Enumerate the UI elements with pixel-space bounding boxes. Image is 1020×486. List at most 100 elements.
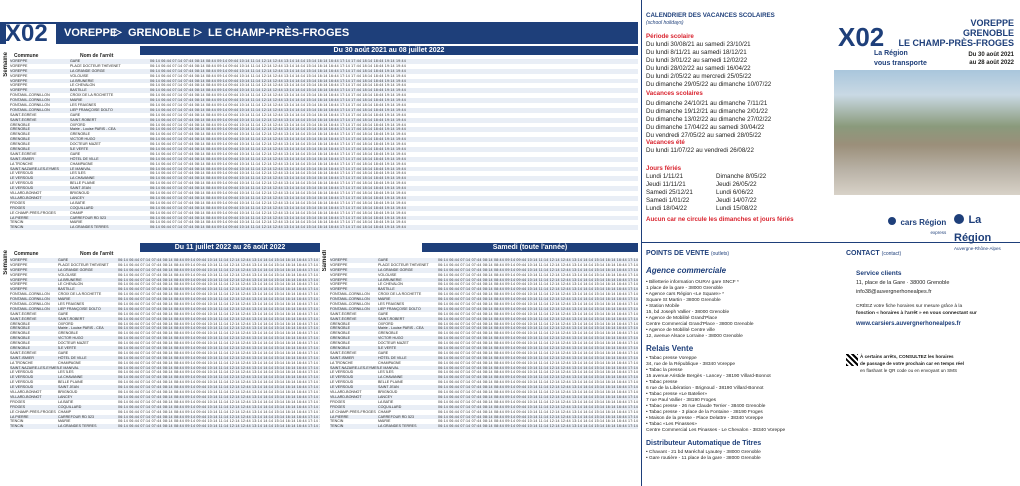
holidays-list: Du dimanche 24/10/21 au dimanche 7/11/21… — [646, 100, 821, 140]
region-logo-icon — [954, 213, 964, 224]
side-label-week: Semaine — [3, 52, 9, 77]
public-holiday-row: Samedi 25/12/21 Lundi 6/06/22 — [646, 189, 821, 197]
timetable-header: X02 VOREPPE ▷ GRENOBLE ▷ LE CHAMP-PRÈS-F… — [0, 22, 638, 44]
cars-region-logo: cars Région express — [888, 212, 946, 235]
row-stop: LA GRANDES TERRES — [70, 225, 109, 230]
cover-line-code: X02 — [838, 22, 885, 52]
list-item: Centre Commercial Les Pinasses - Le Chev… — [646, 428, 786, 433]
public-holiday: Samedi 25/12/21 — [646, 189, 693, 196]
distributor-list: • Chavant - 21 bd Maréchal Lyautey - 380… — [646, 450, 831, 462]
line-code-display: X02 — [5, 20, 48, 47]
cover-region: La Région — [874, 50, 908, 57]
consult-line-3: en flashant le QR code ou en envoyant un… — [860, 368, 958, 373]
cars-region-text: cars Région — [900, 218, 947, 227]
contact-title-text: CONTACT — [846, 250, 880, 257]
column-commune-2: Commune — [14, 251, 39, 257]
points-vente-title-note: (outlets) — [710, 251, 730, 257]
contact-panel: CONTACT (contact) Service clients 11, pl… — [846, 250, 1020, 486]
row-times: 06:14 06:44 07:14 07:44 08:14 08:44 09:1… — [150, 225, 406, 230]
public-holiday: Samedi 1/01/22 — [646, 197, 690, 204]
route-destination: LE CHAMP-PRÈS-FROGES — [208, 27, 350, 39]
list-item: Du dimanche 17/04/22 au samedi 30/04/22 — [646, 124, 765, 131]
row-commune: TENCIN — [330, 424, 344, 429]
summer-table: VOREPPE GARE 06:14 06:44 07:14 07:44 08:14… — [10, 258, 320, 430]
contact-email[interactable]: info38@auvergnerhonealpes.fr — [856, 289, 932, 295]
cover-validity-1: Du 30 août 2021 — [968, 52, 1014, 58]
public-holiday: Lundi 15/08/22 — [716, 205, 757, 212]
list-item: Du lundi 30/08/21 au samedi 23/10/21 — [646, 41, 751, 48]
saturday-table: VOREPPE GARE 06:14 06:44 07:14 07:44 08:14… — [330, 258, 638, 430]
side-label-saturday: Samedi — [322, 250, 328, 272]
points-vente-title-text: POINTS DE VENTE — [646, 250, 710, 257]
table-row: TENCIN LA GRANDES TERRES 06:14 06:44 07:14… — [10, 424, 320, 430]
list-item: • Gare routière - 11 place de la gare - … — [646, 456, 761, 461]
list-item: Du dimanche 13/02/22 au dimanche 27/02/2… — [646, 116, 772, 123]
public-holiday: Jeudi 14/07/22 — [716, 197, 757, 204]
creez-line-1: CRÉEZ votre fiche horaires sur mesure gr… — [856, 304, 963, 309]
public-holiday-row: Lundi 18/04/22 Lundi 15/08/22 — [646, 205, 821, 213]
side-label-week-2: Semaine — [3, 250, 9, 275]
calendar-title: CALENDRIER DES VACANCES SCOLAIRES — [646, 12, 775, 19]
column-stop-2: Nom de l'arrêt — [80, 251, 114, 257]
consult-line-2: de passage de votre prochain car en temp… — [860, 361, 964, 366]
list-item: Du lundi 8/11/21 au samedi 18/12/21 — [646, 49, 747, 56]
separator-horizontal — [641, 242, 1020, 243]
list-item: Du dimanche 24/10/21 au dimanche 7/11/21 — [646, 100, 768, 107]
region-logo: La Région Auvergne-Rhône-Alpes — [954, 210, 1020, 251]
public-holiday: Dimanche 8/05/22 — [716, 173, 767, 180]
contact-address: 11, place de la Gare · 38000 Grenoble — [856, 280, 950, 286]
public-holidays-title: Jours fériés — [646, 165, 682, 172]
row-stop: LA GRANDES TERRES — [58, 424, 97, 429]
cover-validity-2: au 28 août 2022 — [969, 60, 1014, 66]
row-commune: TENCIN — [10, 424, 24, 429]
list-item: Du lundi 3/01/22 au samedi 12/02/22 — [646, 57, 748, 64]
relais-logo: Relais Vente — [646, 344, 694, 353]
section-saturday-title: Samedi (toute l'année) — [492, 244, 568, 251]
calendar-subtitle: (school holidays) — [646, 20, 684, 26]
arrow-icon: ▷ — [114, 27, 122, 38]
table-row: TENCIN LA GRANDES TERRES 06:14 06:44 07:14… — [10, 225, 638, 231]
section-schoolyear-title: Du 30 août 2021 au 08 juillet 2022 — [333, 47, 445, 54]
service-clients: Service clients — [856, 270, 902, 277]
public-holiday-row: Samedi 1/01/22 Jeudi 14/07/22 — [646, 197, 821, 205]
row-times: 06:14 06:44 07:14 07:44 08:14 08:44 09:1… — [118, 424, 320, 429]
points-vente-panel: POINTS DE VENTE (outlets) Agence commerc… — [646, 250, 831, 486]
school-period-title: Période scolaire — [646, 33, 694, 40]
contact-title-note: (contact) — [881, 251, 902, 257]
public-holidays-list: Lundi 1/11/21 Dimanche 8/05/22 Jeudi 11/11… — [646, 173, 821, 213]
list-item: Du lundi 2/05/22 au mercredi 25/05/22 — [646, 73, 752, 80]
public-holiday: Lundi 18/04/22 — [646, 205, 687, 212]
arrow-icon: ▷ — [194, 27, 202, 38]
schoolyear-table: VOREPPE GARE 06:14 06:44 07:14 07:44 08:14… — [10, 59, 638, 231]
list-item: Du dimanche 29/05/22 au dimanche 10/07/2… — [646, 81, 772, 88]
section-summer: Du 11 juillet 2022 au 26 août 2022 — [140, 243, 320, 252]
agency-logo: Agence commerciale — [646, 266, 727, 275]
calendar-panel: CALENDRIER DES VACANCES SCOLAIRES (schoo… — [646, 0, 821, 240]
public-holiday: Lundi 1/11/21 — [646, 173, 684, 180]
public-holiday: Jeudi 26/05/22 — [716, 181, 757, 188]
distributor-title: Distributeur Automatique de Titres — [646, 440, 762, 447]
relais-list: • Tabac presse Voreppe 34, rue de la Rép… — [646, 356, 831, 434]
cars-region-sub: express — [930, 230, 947, 235]
public-holiday-row: Jeudi 11/11/21 Jeudi 26/05/22 — [646, 181, 821, 189]
section-saturday: Samedi (toute l'année) — [422, 243, 638, 252]
section-schoolyear: Du 30 août 2021 au 08 juillet 2022 — [140, 46, 638, 55]
public-holiday: Jeudi 11/11/21 — [646, 181, 686, 188]
cover-region-sub: vous transporte — [874, 60, 927, 67]
public-holiday: Lundi 6/06/22 — [716, 189, 754, 196]
route-via: GRENOBLE — [128, 27, 191, 39]
website-link[interactable]: www.carsiers.auvergnerhonealpes.fr — [856, 321, 961, 327]
holidays-title: Vacances scolaires — [646, 90, 703, 97]
row-times: 06:14 06:44 07:14 07:44 08:14 08:44 09:1… — [438, 424, 638, 429]
list-item: Du dimanche 19/12/21 au dimanche 2/01/22 — [646, 108, 768, 115]
cover-title-1: VOREPPE — [970, 18, 1014, 28]
row-stop: LA GRANDES TERRES — [378, 424, 417, 429]
cars-region-icon — [888, 216, 896, 225]
list-item: Du lundi 28/02/22 au samedi 16/04/22 — [646, 65, 751, 72]
points-vente-list: • Billetterie information OURA! gare SNC… — [646, 280, 831, 340]
public-holidays-note: Aucun car ne circule les dimanches et jo… — [646, 216, 794, 223]
route-origin: VOREPPE — [64, 27, 118, 39]
qr-code — [846, 354, 858, 366]
cover-title-2: GRENOBLE — [962, 28, 1014, 38]
section-summer-title: Du 11 juillet 2022 au 26 août 2022 — [174, 244, 286, 251]
